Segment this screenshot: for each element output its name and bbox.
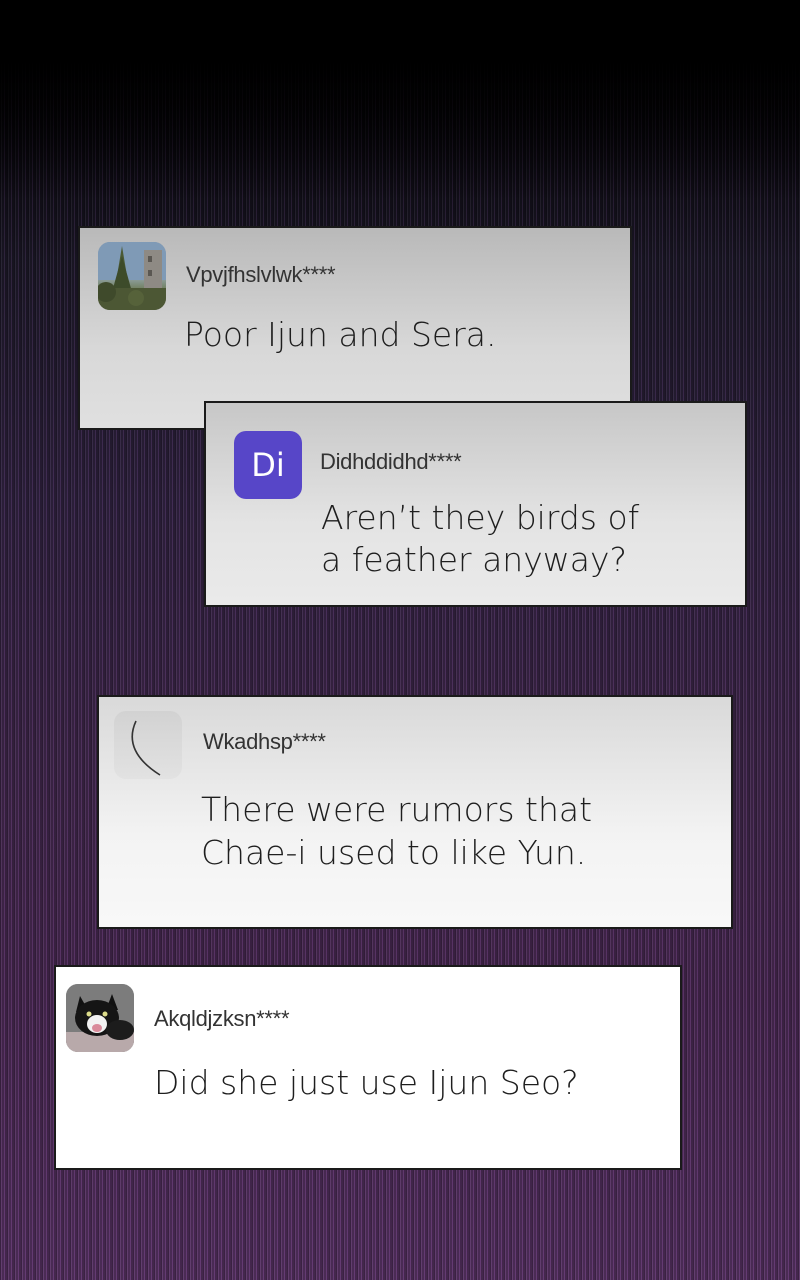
cat-photo-avatar-icon bbox=[66, 984, 134, 1052]
avatar-letters: Di bbox=[251, 446, 285, 484]
comment-username: Wkadhsp**** bbox=[203, 729, 326, 754]
comment-text-line: Aren’t they birds of bbox=[321, 498, 640, 537]
moon-sketch-avatar-icon bbox=[114, 711, 182, 779]
comment-text: Poor Ijun and Sera. bbox=[184, 315, 497, 354]
landscape-photo-avatar-icon bbox=[98, 242, 166, 310]
comment-text-line: Chae-i used to like Yun. bbox=[201, 833, 587, 872]
top-dark-fade bbox=[0, 0, 800, 200]
comment-text-line: a feather anyway? bbox=[321, 540, 627, 579]
comment-card: Di Didhddidhd**** Aren’t they birds of a… bbox=[204, 401, 747, 607]
comment-card: Vpvjfhslvlwk**** Poor Ijun and Sera. bbox=[78, 226, 632, 430]
comment-username: Vpvjfhslvlwk**** bbox=[186, 262, 336, 287]
comment-username: Akqldjzksn**** bbox=[154, 1006, 290, 1031]
comment-text-line: There were rumors that bbox=[201, 790, 593, 829]
letter-avatar-icon: Di bbox=[234, 431, 302, 499]
comment-card: Wkadhsp**** There were rumors that Chae-… bbox=[97, 695, 733, 929]
comment-text: Did she just use Ijun Seo? bbox=[154, 1063, 579, 1102]
comment-username: Didhddidhd**** bbox=[320, 449, 462, 474]
comment-card: Akqldjzksn**** Did she just use Ijun Seo… bbox=[54, 965, 682, 1170]
